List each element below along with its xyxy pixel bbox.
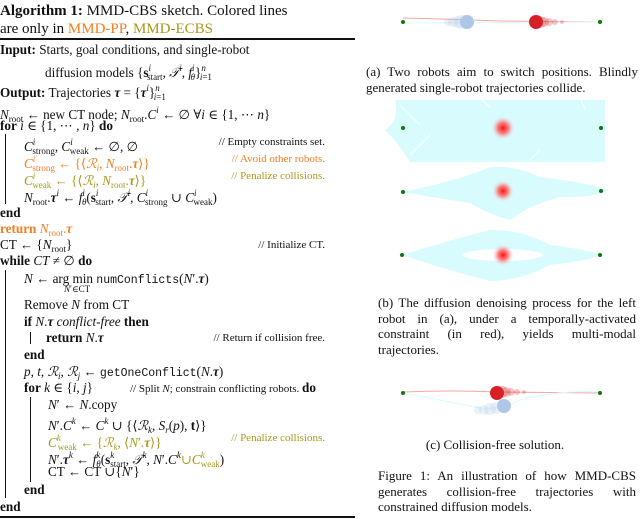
denoise-step-1: [385, 97, 605, 162]
variant-mmd-pp: MMD-PP: [67, 21, 126, 37]
panel-b-plot: [385, 97, 608, 281]
algo-line-argmin: N ← arg min numConflicts(N′.τ): [24, 271, 209, 287]
algo-line-while: while CT ≠ ∅ do: [0, 253, 93, 268]
red-robot: [529, 15, 543, 29]
get-one-conflict-func: getOneConflict: [99, 367, 197, 380]
red-robot: [490, 386, 504, 400]
input-line: Input: Starts, goal conditions, and sing…: [0, 42, 249, 58]
algo-line-copy: N′ ← N.copy: [48, 397, 118, 412]
panel-c-plot: [401, 386, 602, 415]
input-text: Starts, goal conditions, and single-robo…: [39, 42, 250, 57]
for-block-bar: [5, 134, 6, 204]
panel-a-plot: [401, 15, 602, 29]
algorithm-label: Algorithm 1:: [0, 3, 83, 19]
top-rule: [0, 38, 355, 40]
algo-line-end1: end: [0, 205, 21, 220]
title-prefix: are only in: [0, 21, 68, 37]
algo-line-sample: Nroot.τi ← fiθ(sistart, 𝒯i, Cistrong ∪ C…: [24, 188, 217, 207]
goal-dot: [401, 126, 405, 130]
conflict-free-text: conflict-free: [56, 314, 121, 329]
algorithm-title: Algorithm 1: MMD-CBS sketch. Colored lin…: [0, 2, 356, 38]
goal-dot: [599, 126, 603, 130]
variant-mmd-ecbs: MMD-ECBS: [132, 21, 213, 37]
goal-dot-left: [401, 20, 405, 24]
goal-dot-right: [598, 20, 602, 24]
red-robot-trajectory: [402, 17, 601, 23]
figure-caption: Figure 1: An illustration of how MMD-CBS…: [378, 468, 636, 514]
return-keyword: return: [0, 221, 37, 236]
argmin-subscript: N′∈CT: [64, 284, 91, 294]
goal-dot-right: [598, 391, 602, 395]
denoise-step-3: [400, 229, 602, 281]
comment-strong: // Avoid other robots.: [231, 153, 325, 165]
variant-sep: ,: [125, 21, 133, 37]
blue-robot: [497, 399, 511, 413]
caption-a: (a) Two robots aim to switch positions. …: [366, 64, 638, 95]
comment-weak-k: // Penalize collisions.: [231, 432, 325, 444]
algo-line-remove: Remove N from CT: [24, 297, 130, 312]
caption-c: (c) Collision-free solution.: [425, 437, 565, 452]
algorithm-title-text: MMD-CBS sketch. Colored lines: [86, 3, 288, 19]
bottom-rule: [0, 516, 355, 518]
algo-line-end2: end: [24, 347, 45, 362]
comment-for-k: // Split N; constrain conflicting robots…: [130, 380, 316, 395]
algo-line-if: if N.τ conflict-free then: [24, 314, 149, 329]
comment-return-n: // Return if collision free.: [213, 332, 326, 344]
algo-line-return-n: return N.τ: [46, 330, 104, 345]
algo-line-for-k: for k ∈ {i, j}: [24, 380, 93, 395]
goal-dot: [598, 253, 602, 257]
algo-line-for-i: for i ∈ {1, ⋯ , n} do: [0, 118, 113, 133]
num-conflicts-func: numConflicts: [96, 274, 180, 287]
goal-dot: [401, 190, 405, 194]
comment-ct-init: // Initialize CT.: [258, 239, 325, 251]
comment-weak: // Penalize collisions.: [231, 170, 325, 182]
input-label: Input:: [0, 42, 36, 57]
output-label: Output:: [0, 85, 46, 100]
blue-robot-trajectory: [402, 21, 601, 24]
if-block-bar: [30, 332, 31, 344]
for-k-block-bar: [30, 397, 31, 482]
caption-b: (b) The diffusion denoising process for …: [378, 295, 636, 357]
comment-empty: // Empty constraints set.: [218, 136, 325, 148]
algo-line-end3: end: [24, 482, 45, 497]
blue-robot: [460, 15, 474, 29]
goal-dot-left: [401, 391, 405, 395]
while-block-bar: [5, 270, 6, 498]
algo-line-end4: end: [0, 499, 21, 514]
goal-dot: [400, 253, 404, 257]
algo-line-ct-add: CT ← CT ∪{N′}: [48, 464, 140, 479]
denoise-step-2: [401, 166, 608, 220]
goal-dot: [599, 189, 603, 193]
